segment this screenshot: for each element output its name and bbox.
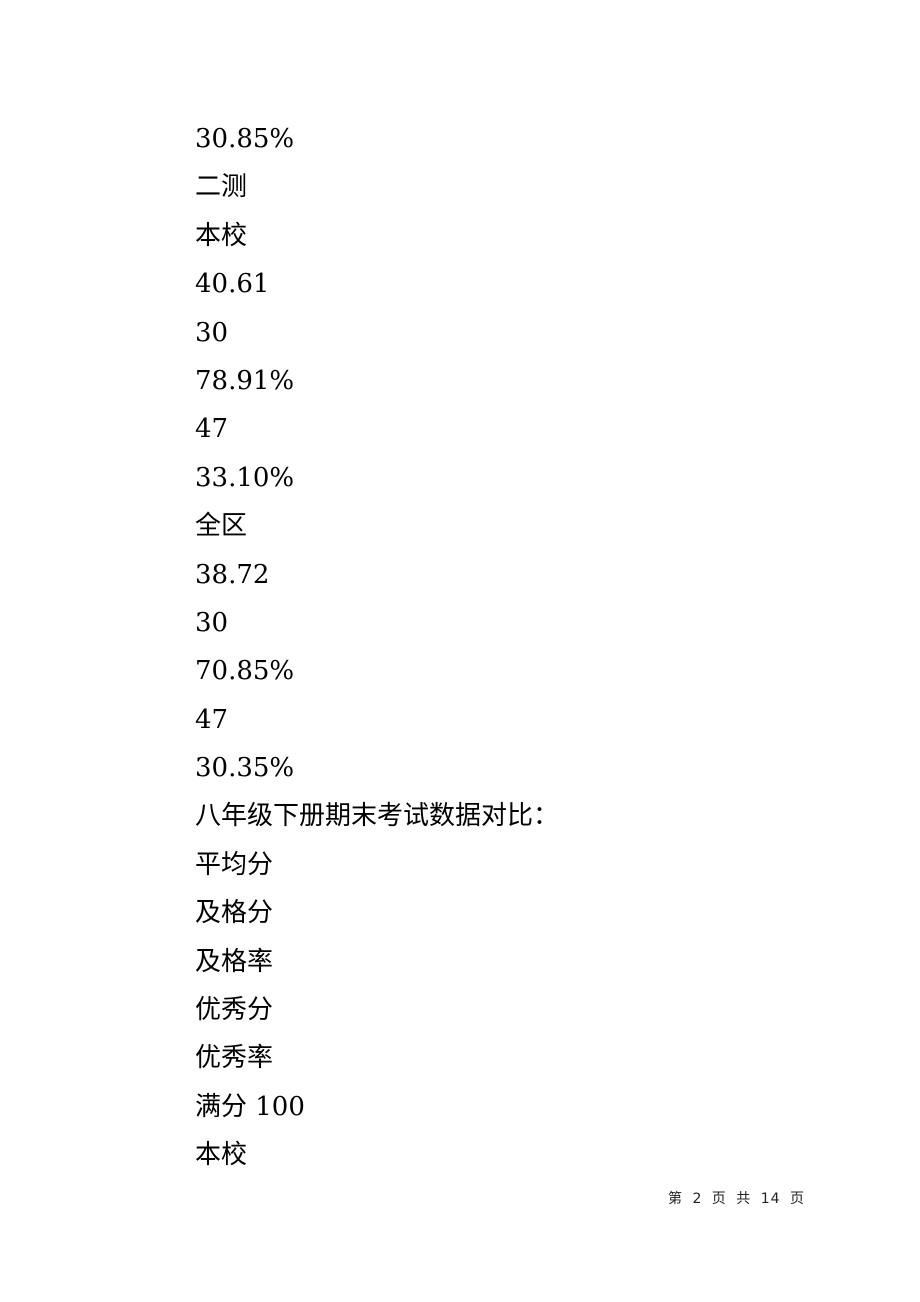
text-line: 30.35% — [195, 753, 295, 784]
text-line: 38.72 — [195, 559, 270, 590]
text-line: 47 — [195, 414, 229, 445]
text-line: 70.85% — [195, 656, 295, 687]
text-line: 30.85% — [195, 124, 295, 154]
text-line: 优秀分 — [195, 995, 274, 1026]
text-line: 满分 100 — [195, 1091, 305, 1122]
text-line: 平均分 — [195, 849, 274, 880]
text-line: 30 — [195, 607, 229, 638]
text-line: 本校 — [195, 220, 248, 251]
text-line: 及格分 — [195, 898, 274, 929]
text-line: 及格率 — [195, 946, 274, 977]
text-line: 78.91% — [195, 365, 295, 396]
text-line: 33.10% — [195, 462, 295, 493]
text-line: 优秀率 — [195, 1043, 274, 1074]
text-line: 47 — [195, 704, 229, 735]
section-heading: 八年级下册期末考试数据对比： — [195, 801, 560, 832]
text-line: 40.61 — [195, 269, 270, 300]
text-line: 本校 — [195, 1140, 248, 1171]
page-number-footer: 第 2 页 共 14 页 — [668, 1191, 805, 1207]
text-line: 30 — [195, 317, 229, 348]
document-body: 30.85% 二测 本校 40.61 30 78.91% 47 33.10% 全… — [195, 115, 795, 1180]
text-line: 二测 — [195, 172, 248, 203]
text-line: 全区 — [195, 511, 248, 542]
